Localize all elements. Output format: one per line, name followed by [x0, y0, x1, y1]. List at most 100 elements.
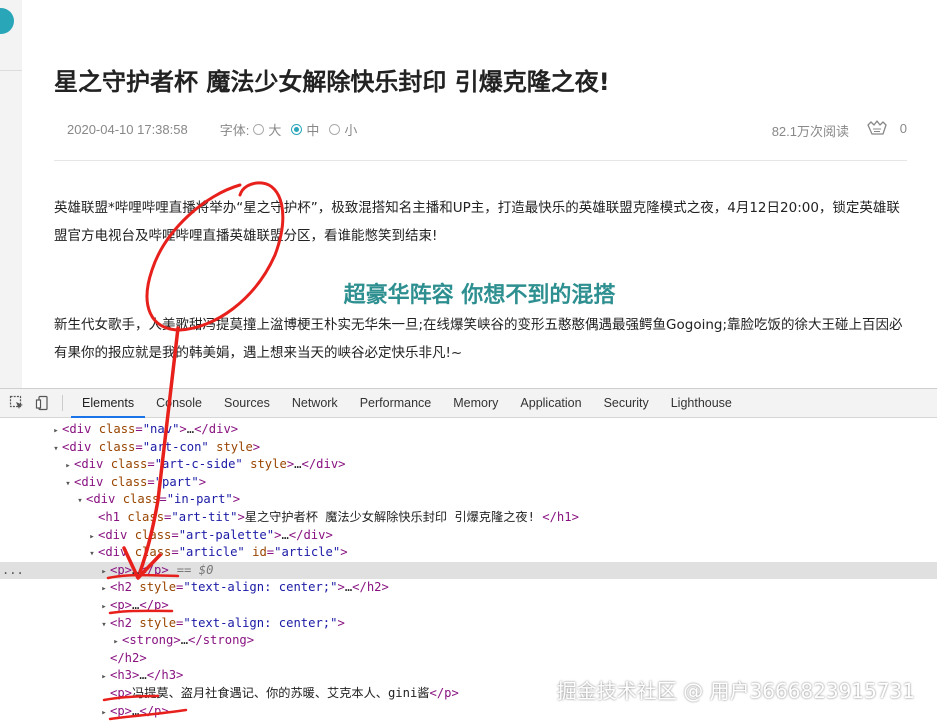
- radio-circle-icon: [253, 124, 265, 135]
- expand-triangle-icon[interactable]: ▸: [98, 705, 110, 722]
- dom-row[interactable]: <h1 class="art-tit">星之守护者杯 魔法少女解除快乐封印 引爆…: [0, 509, 937, 527]
- dom-token-attr: class: [110, 457, 148, 472]
- inspect-icon[interactable]: [4, 389, 30, 418]
- side-logo-icon[interactable]: [0, 8, 14, 34]
- tab-console[interactable]: Console: [145, 389, 213, 418]
- dom-token-attr: class: [122, 492, 160, 507]
- tab-lighthouse[interactable]: Lighthouse: [660, 389, 743, 418]
- dom-token-attr: id: [252, 545, 267, 560]
- dom-token-tag: <div: [74, 474, 111, 489]
- dom-row[interactable]: ▸ <h2 style="text-align: center;">…</h2>: [0, 579, 937, 597]
- font-size-label: 字体:: [219, 123, 250, 138]
- dom-token-tag: </p>: [139, 562, 169, 577]
- tab-elements[interactable]: Elements: [71, 389, 146, 418]
- dom-token-tag: <p>: [110, 562, 133, 577]
- dom-token-txt: 冯提莫、盗月社食遇记、你的苏暖、艾克本人、gini酱: [132, 685, 430, 700]
- dom-token-txt: …: [186, 422, 195, 436]
- dom-token-tag: >: [252, 439, 261, 454]
- dom-token-tag: >: [340, 545, 348, 560]
- radio-circle-icon: [329, 124, 341, 135]
- devtools-tabs: Elements Console Sources Network Performance…: [71, 389, 743, 418]
- device-toolbar-icon[interactable]: [30, 389, 56, 418]
- dom-token-tag: </h2>: [352, 580, 389, 595]
- tab-performance[interactable]: Performance: [349, 389, 443, 418]
- dom-token-tag: =: [171, 527, 179, 542]
- dom-token-attr: style: [139, 580, 177, 595]
- dom-token-txt: …: [139, 668, 147, 683]
- dom-row-selected[interactable]: ... ▸ <p>…</p> == $0: [0, 561, 937, 580]
- dom-token-val: "article": [178, 545, 245, 560]
- article-title: 星之守护者杯 魔法少女解除快乐封印 引爆克隆之夜!: [54, 68, 610, 96]
- dom-token-tag: <div: [98, 545, 135, 560]
- dom-token-tag: =: [147, 474, 155, 489]
- dom-token-val: "article": [274, 545, 341, 560]
- dom-token-tag: <div: [62, 422, 99, 436]
- dom-token-txt: …: [281, 527, 289, 542]
- dom-token-tag: >: [337, 580, 345, 595]
- dom-row[interactable]: ▾ <div class="art-con" style>: [0, 439, 937, 457]
- radio-label: 大: [268, 123, 282, 138]
- selected-node-marker: == $0: [176, 562, 214, 577]
- left-sidebar-strip: [0, 0, 22, 388]
- dom-token-val: "art-tit": [171, 509, 238, 524]
- sidebar-divider: [0, 70, 22, 71]
- tab-network[interactable]: Network: [281, 389, 349, 418]
- dom-token-tag: =: [135, 422, 143, 436]
- article-paragraph-1: 英雄联盟*哔哩哔哩直播将举办“星之守护杯”，极致混搭知名主播和UP主，打造最快乐…: [54, 200, 900, 244]
- dom-token-tag: >: [337, 615, 345, 630]
- dom-token-attr: style: [250, 457, 287, 472]
- dom-token-txt: …: [180, 633, 189, 648]
- dom-token-tag: </p>: [139, 597, 169, 612]
- devtools-panel: Elements Console Sources Network Performance…: [0, 388, 937, 722]
- tab-security[interactable]: Security: [593, 389, 660, 418]
- dom-token-val: "text-align: center;": [183, 615, 338, 630]
- like-count: 0: [899, 121, 907, 136]
- dom-token-tag: <h2: [110, 615, 140, 630]
- hand-clap-icon[interactable]: [865, 119, 889, 137]
- dom-row[interactable]: ▾ <div class="part">: [0, 474, 937, 492]
- tab-sources[interactable]: Sources: [213, 389, 281, 418]
- row-menu-ellipsis[interactable]: ...: [2, 562, 24, 580]
- dom-row[interactable]: ▾ <div class="article" id="article">: [0, 544, 937, 562]
- dom-row[interactable]: ▸ <div class="nav">…</div>: [0, 421, 937, 439]
- dom-token-tag: >: [179, 422, 187, 436]
- dom-row[interactable]: ▾ <h2 style="text-align: center;">: [0, 615, 937, 633]
- tab-application[interactable]: Application: [509, 389, 592, 418]
- dom-token-tag: <strong>: [122, 633, 181, 648]
- dom-token-tag: <p>: [110, 597, 133, 612]
- dom-row[interactable]: ▸ <div class="art-palette">…</div>: [0, 527, 937, 545]
- dom-row[interactable]: ▸ <p>…</p>: [0, 703, 937, 721]
- font-size-large-radio[interactable]: 大: [253, 120, 281, 139]
- dom-token-tag: </div>: [301, 457, 346, 472]
- article-subheading: 超豪华阵容 你想不到的混搭: [343, 283, 616, 308]
- dom-token-attr: class: [134, 527, 172, 542]
- read-count: 82.1万次阅读: [771, 124, 849, 139]
- dom-token-tag: >: [232, 492, 241, 507]
- font-size-small-radio[interactable]: 小: [329, 120, 357, 139]
- dom-token-tag: =: [159, 492, 167, 507]
- dom-token-val: "text-align: center;": [183, 580, 338, 595]
- dom-token-tag: </h2>: [110, 650, 147, 665]
- meta-divider: [54, 160, 907, 161]
- dom-row[interactable]: ▸ <div class="art-c-side" style>…</div>: [0, 456, 937, 474]
- font-size-medium-radio[interactable]: 中: [291, 120, 319, 139]
- dom-token-tag: <h3>: [110, 668, 140, 683]
- tab-memory[interactable]: Memory: [442, 389, 509, 418]
- dom-token-val: "art-c-side": [154, 457, 243, 472]
- dom-row[interactable]: ▸ <p>…</p>: [0, 597, 937, 615]
- dom-token-tag: =: [171, 545, 179, 560]
- dom-token-tag: =: [135, 439, 143, 454]
- radio-circle-icon: [291, 124, 303, 135]
- dom-row[interactable]: ▾ <div class="in-part">: [0, 491, 937, 509]
- dom-token-val: "nav": [142, 422, 180, 436]
- dom-token-txt: 星之守护者杯 魔法少女解除快乐封印 引爆克隆之夜!: [244, 509, 535, 524]
- dom-token-val: "art-palette": [178, 527, 275, 542]
- watermark: 掘金技术社区 @ 用户3666823915731: [556, 679, 915, 703]
- dom-token-val: "in-part": [166, 492, 233, 507]
- dom-token-tag: [209, 440, 216, 454]
- dom-row[interactable]: </h2>: [0, 650, 937, 668]
- article-paragraph-2: 新生代女歌手，人美歌甜冯提莫撞上湓博梗王朴实无华朱一旦;在线爆笑峡谷的变形五憨憨…: [54, 317, 903, 361]
- dom-row[interactable]: ▸ <strong>…</strong>: [0, 632, 937, 650]
- dom-token-tag: </h3>: [146, 668, 184, 683]
- dom-token-attr: class: [127, 509, 165, 524]
